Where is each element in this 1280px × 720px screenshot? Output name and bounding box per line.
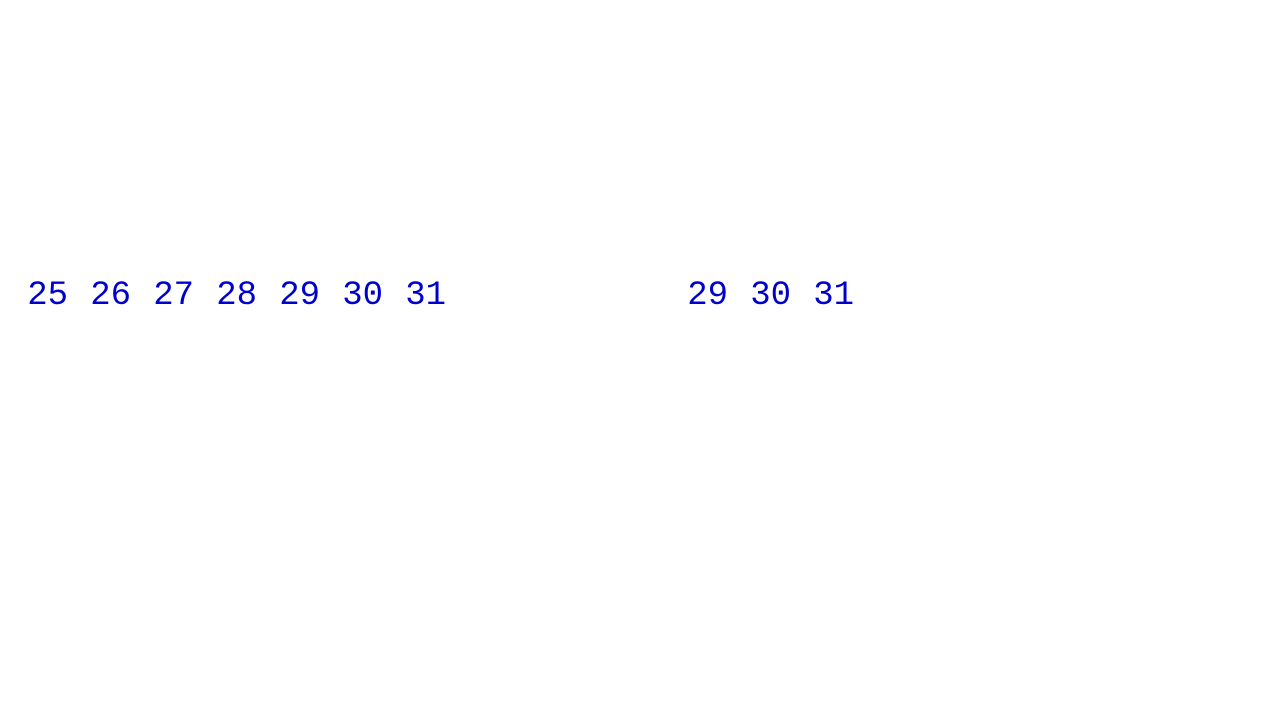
calendar-cell: 31 — [791, 274, 854, 318]
calendar-cell: 26 — [68, 274, 131, 318]
calendar-cell: 30 — [320, 274, 383, 318]
calendar-cell: 25 — [18, 274, 68, 318]
calendar-cell — [854, 274, 917, 318]
calendar-cell: 28 — [194, 274, 257, 318]
calendar-partial-row: 25262728293031 293031 — [18, 186, 1262, 406]
calendar-cell: 30 — [728, 274, 791, 318]
calendar-cell: 31 — [383, 274, 446, 318]
calendar-cell: 29 — [257, 274, 320, 318]
calendar-cell — [1043, 274, 1106, 318]
calendar-cell — [980, 274, 1043, 318]
python-shell-output[interactable]: 25262728293031 293031 October November M… — [0, 0, 1280, 720]
calendar-cell: 27 — [131, 274, 194, 318]
calendar-cell: 29 — [678, 274, 728, 318]
calendar-cell — [917, 274, 980, 318]
